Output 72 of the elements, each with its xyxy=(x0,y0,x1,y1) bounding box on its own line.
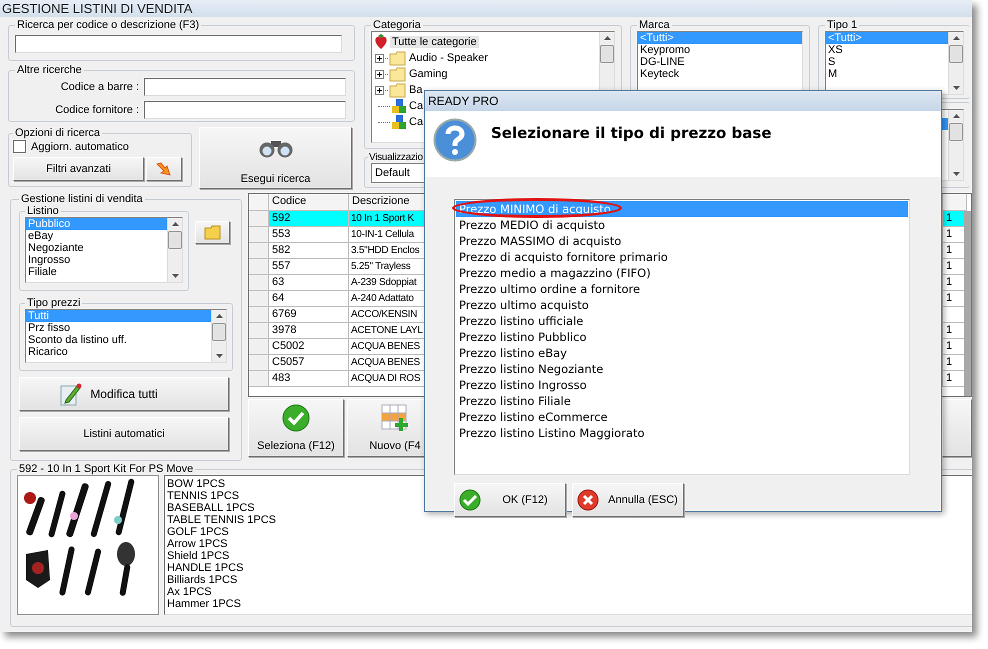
table-cell: 3978 xyxy=(269,323,349,339)
table-cell: 582 xyxy=(269,243,349,259)
table-cell: 483 xyxy=(269,371,349,387)
text-line: Billiards 1PCS xyxy=(167,574,238,586)
table-cell: C5057 xyxy=(269,355,349,371)
option-text: Prezzo listino eCommerce xyxy=(459,410,608,424)
list-item[interactable]: Filiale xyxy=(26,266,167,278)
tree-item[interactable]: Gaming xyxy=(408,68,449,80)
list-item[interactable]: Negoziante xyxy=(26,242,167,254)
list-item[interactable]: XS xyxy=(826,44,948,56)
list-item[interactable]: S xyxy=(826,56,948,68)
group-label: Gestione listini di vendita xyxy=(20,193,144,205)
group-label: Tipo prezzi xyxy=(26,297,82,309)
tree-item[interactable]: Tutte le categorie xyxy=(390,36,479,48)
group-label: Marca xyxy=(638,19,671,31)
list-item[interactable]: Prezzo listino Listino Maggiorato xyxy=(456,425,908,441)
text-line: BOW 1PCS xyxy=(167,478,226,490)
table-cell: C5002 xyxy=(269,339,349,355)
text-line: HANDLE 1PCS xyxy=(167,562,244,574)
ok-button[interactable]: OK (F12) xyxy=(454,483,566,517)
tree-item[interactable]: Ba xyxy=(408,84,424,96)
table-cell: 557 xyxy=(269,259,349,275)
group-label: Categoria xyxy=(372,19,422,31)
search-button[interactable]: Esegui ricerca xyxy=(199,127,352,189)
tree-item[interactable]: Ca xyxy=(408,100,424,112)
group-label: Listino xyxy=(26,205,60,217)
text-line: TENNIS 1PCS xyxy=(167,490,240,502)
list-item[interactable]: Prezzo listino eCommerce xyxy=(456,409,908,425)
dialog-message: Selezionare il tipo di prezzo base xyxy=(491,124,772,144)
text-line: BASEBALL 1PCS xyxy=(167,502,255,514)
option-text: Prezzo listino Listino Maggiorato xyxy=(459,426,645,440)
field-label: Codice fornitore : xyxy=(55,104,139,116)
option-text: Prezzo listino Filiale xyxy=(459,394,571,408)
group-label: Ricerca per codice o descrizione (F3) xyxy=(16,19,200,31)
text-line: Ax 1PCS xyxy=(167,586,212,598)
text-line: Shield 1PCS xyxy=(167,550,230,562)
window-title: GESTIONE LISTINI DI VENDITA xyxy=(0,0,972,17)
table-cell: 592 xyxy=(269,211,349,227)
column-header[interactable]: Codice xyxy=(269,194,349,211)
text-line: Hammer 1PCS xyxy=(167,598,241,610)
list-item[interactable]: M xyxy=(826,68,948,80)
checkbox-label: Aggiorn. automatico xyxy=(31,140,129,152)
list-item[interactable]: Prz fisso xyxy=(26,322,211,334)
list-item[interactable]: Sconto da listino uff. xyxy=(26,334,211,346)
tree-item[interactable]: Ca xyxy=(408,116,424,128)
tree-item[interactable]: Audio - Speaker xyxy=(408,52,489,64)
list-item[interactable]: Keyteck xyxy=(638,68,802,80)
list-item[interactable]: eBay xyxy=(26,230,167,242)
list-item[interactable]: Prezzo listino Filiale xyxy=(456,393,908,409)
advanced-filters-button[interactable]: Filtri avanzati xyxy=(13,157,144,181)
text-line: Arrow 1PCS xyxy=(167,538,228,550)
field-label: Codice a barre : xyxy=(60,81,139,93)
edit-all-button[interactable]: Modifica tutti xyxy=(19,377,229,411)
cancel-button[interactable]: Annulla (ESC) xyxy=(572,483,684,517)
text-line: TABLE TENNIS 1PCS xyxy=(167,514,276,526)
list-item[interactable]: Ingrosso xyxy=(26,254,167,266)
group-label: Visualizzazio xyxy=(368,152,424,163)
table-cell: 553 xyxy=(269,227,349,243)
list-item[interactable]: Ricarico xyxy=(26,346,211,358)
group-label: 592 - 10 In 1 Sport Kit For PS Move xyxy=(18,463,194,475)
table-cell: 64 xyxy=(269,291,349,307)
dialog-title: READY PRO xyxy=(425,91,941,111)
auto-lists-button[interactable]: Listini automatici xyxy=(19,417,229,451)
table-cell: 63 xyxy=(269,275,349,291)
table-cell: 6769 xyxy=(269,307,349,323)
list-item[interactable]: DG-LINE xyxy=(638,56,802,68)
text-line: GOLF 1PCS xyxy=(167,526,229,538)
group-label: Opzioni di ricerca xyxy=(14,127,101,139)
list-item[interactable]: Keypromo xyxy=(638,44,802,56)
group-label: Altre ricerche xyxy=(16,64,83,76)
toolbar-button[interactable]: Seleziona (F12) xyxy=(248,399,344,457)
group-label: Tipo 1 xyxy=(826,19,858,31)
